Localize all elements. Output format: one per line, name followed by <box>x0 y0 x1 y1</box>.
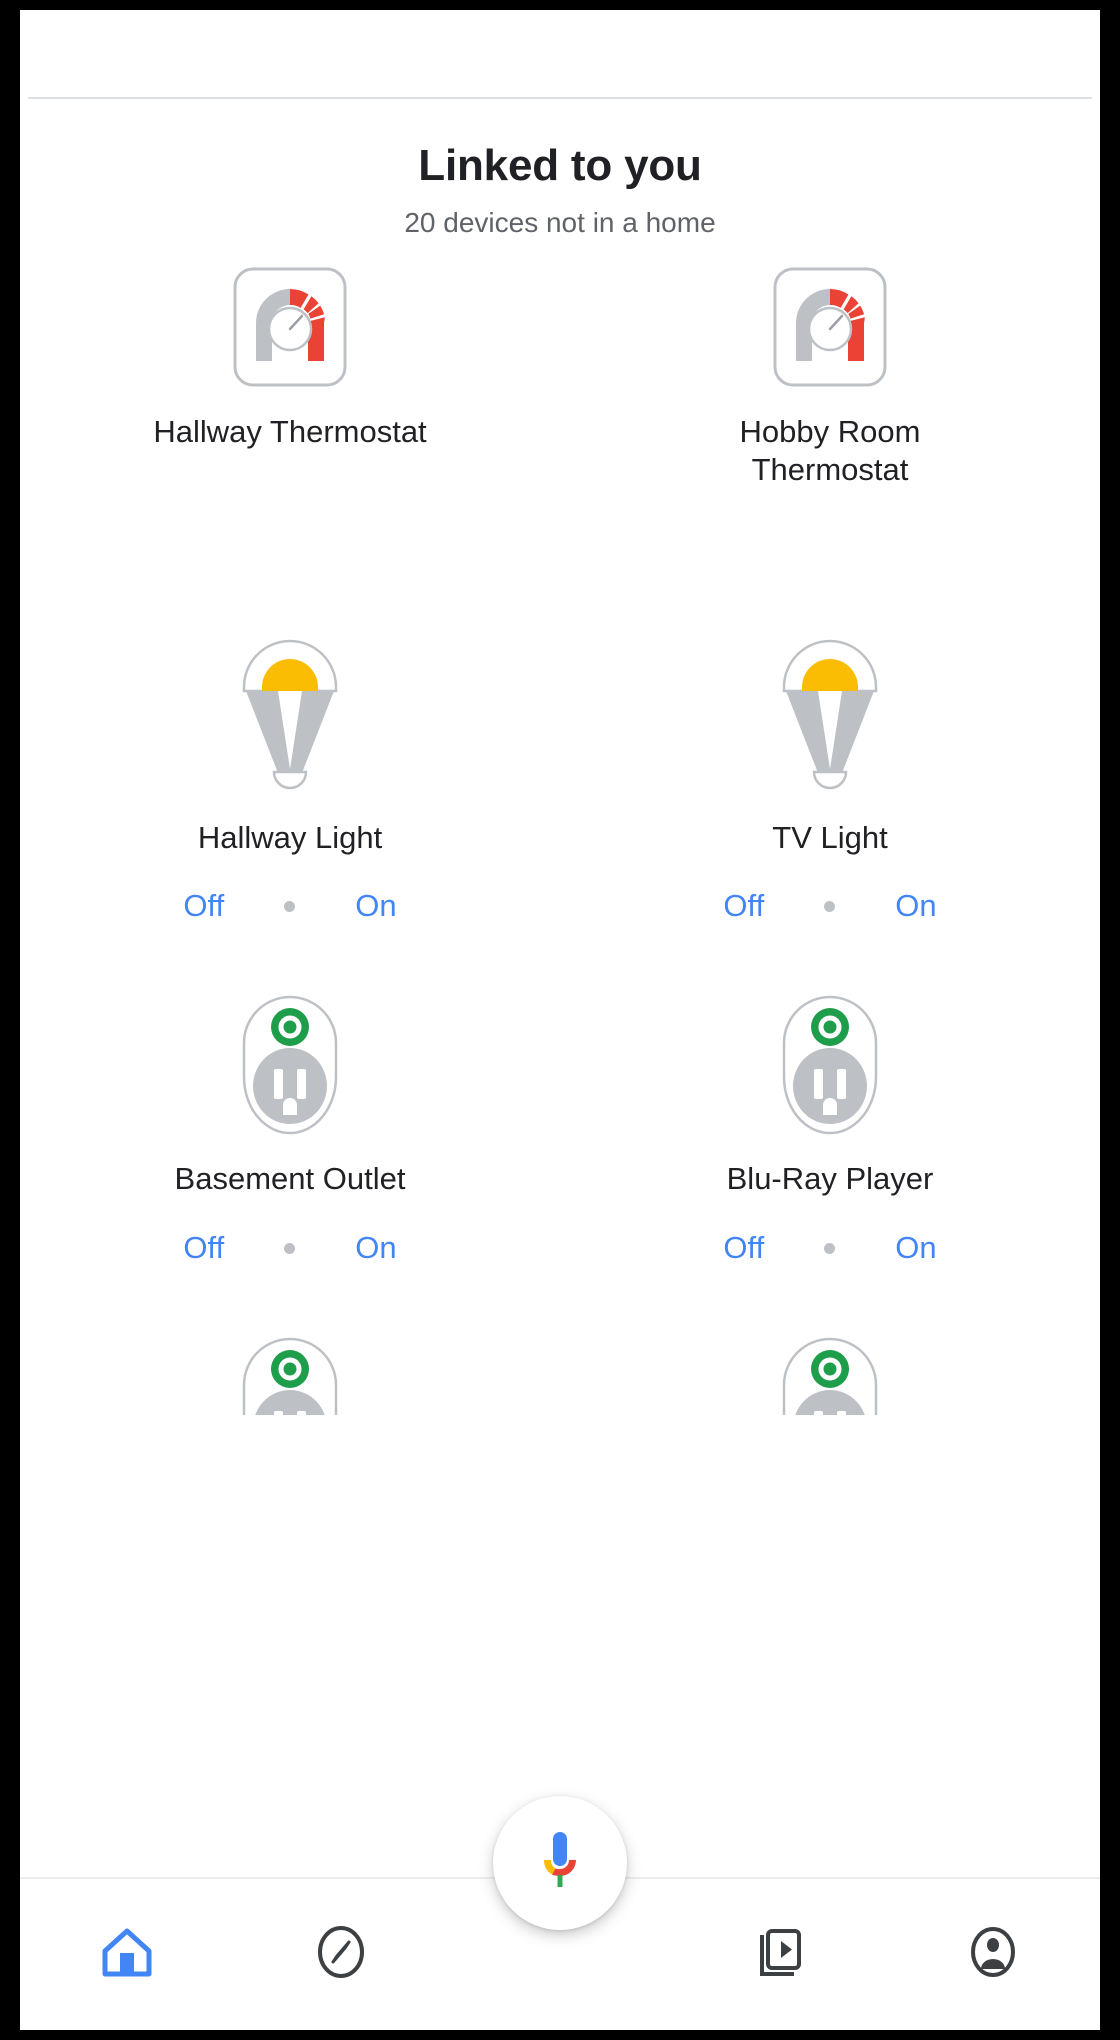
device-label: Hallway Light <box>197 819 383 855</box>
device-row-partial-outlets <box>20 1332 1100 1415</box>
control-separator-dot <box>824 1242 836 1254</box>
nav-item-home[interactable] <box>20 1879 234 2030</box>
device-row-lights: Hallway Light Off On TV Light Off On <box>20 639 1100 925</box>
explore-compass-icon <box>313 1924 369 1985</box>
media-cast-icon <box>751 1924 807 1985</box>
light-power-controls: Off On <box>560 888 1100 924</box>
account-icon <box>965 1924 1021 1985</box>
device-label: Hallway Thermostat <box>153 414 427 449</box>
turn-on-button[interactable]: On <box>355 888 396 924</box>
device-card-hallway-light[interactable]: Hallway Light Off On <box>20 639 560 925</box>
turn-off-button[interactable]: Off <box>723 1230 764 1266</box>
device-card-partial-left[interactable] <box>20 1332 560 1415</box>
device-list-scroll-area[interactable]: Linked to you 20 devices not in a home H… <box>20 99 1100 1415</box>
device-label: Basement Outlet <box>174 1161 406 1197</box>
thermostat-gauge-icon[interactable] <box>232 261 348 393</box>
outlet-power-controls: Off On <box>20 1230 560 1266</box>
device-row-thermostats: Hallway Thermostat Hobby Room Thermostat <box>20 261 1100 489</box>
assistant-microphone-icon <box>532 1826 588 1901</box>
light-power-controls: Off On <box>20 888 560 924</box>
device-row-outlets: Basement Outlet Off On Blu-Ray Player Of… <box>20 990 1100 1266</box>
turn-off-button[interactable]: Off <box>723 888 764 924</box>
assistant-mic-button[interactable] <box>493 1796 627 1930</box>
phone-screen: Linked to you 20 devices not in a home H… <box>20 10 1100 2030</box>
light-bulb-icon[interactable] <box>776 639 884 799</box>
nav-item-explore[interactable] <box>234 1879 448 2030</box>
turn-on-button[interactable]: On <box>895 1230 936 1266</box>
device-label: TV Light <box>772 819 888 855</box>
home-icon <box>99 1924 155 1985</box>
power-outlet-icon[interactable] <box>778 1332 882 1415</box>
power-outlet-icon[interactable] <box>238 1332 342 1415</box>
page-subtitle: 20 devices not in a home <box>404 207 716 238</box>
device-card-hobby-room-thermostat[interactable]: Hobby Room Thermostat <box>560 261 1100 489</box>
nav-item-account[interactable] <box>886 1879 1100 2030</box>
turn-on-button[interactable]: On <box>895 888 936 924</box>
device-label: Hobby Room Thermostat <box>739 414 921 487</box>
control-separator-dot <box>284 1242 296 1254</box>
top-app-bar <box>20 10 1100 97</box>
device-card-partial-right[interactable] <box>560 1332 1100 1415</box>
device-label: Blu-Ray Player <box>726 1161 934 1197</box>
turn-off-button[interactable]: Off <box>183 1230 224 1266</box>
light-bulb-icon[interactable] <box>236 639 344 799</box>
device-card-blu-ray-player[interactable]: Blu-Ray Player Off On <box>560 990 1100 1266</box>
device-card-basement-outlet[interactable]: Basement Outlet Off On <box>20 990 560 1266</box>
nav-item-media[interactable] <box>672 1879 886 2030</box>
control-separator-dot <box>824 900 836 912</box>
device-card-hallway-thermostat[interactable]: Hallway Thermostat <box>20 261 560 489</box>
turn-off-button[interactable]: Off <box>183 888 224 924</box>
page-title: Linked to you <box>418 141 702 190</box>
thermostat-gauge-icon[interactable] <box>772 261 888 393</box>
outlet-power-controls: Off On <box>560 1230 1100 1266</box>
control-separator-dot <box>284 900 296 912</box>
device-card-tv-light[interactable]: TV Light Off On <box>560 639 1100 925</box>
power-outlet-icon[interactable] <box>778 990 882 1140</box>
power-outlet-icon[interactable] <box>238 990 342 1140</box>
turn-on-button[interactable]: On <box>355 1230 396 1266</box>
